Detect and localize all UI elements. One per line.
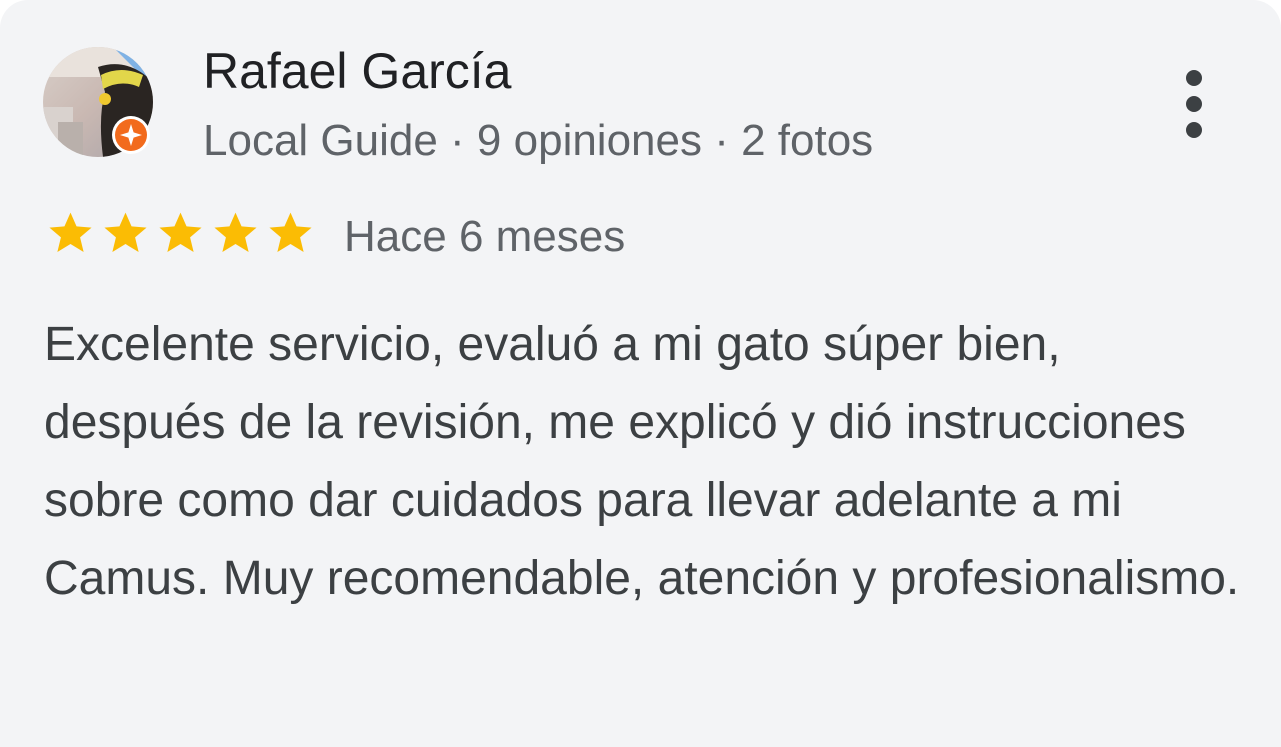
author-name[interactable]: Rafael García bbox=[203, 42, 511, 100]
local-guide-star-badge bbox=[111, 115, 151, 155]
avatar[interactable] bbox=[43, 47, 153, 157]
review-text: Excelente servicio, evaluó a mi gato súp… bbox=[44, 318, 1240, 605]
star-icon bbox=[49, 212, 92, 252]
star-icon bbox=[269, 212, 312, 252]
star-icon bbox=[214, 212, 257, 252]
star-rating bbox=[43, 208, 318, 258]
author-meta: Local Guide · 9 opiniones · 2 fotos bbox=[203, 116, 874, 165]
star-icon bbox=[159, 212, 202, 252]
review-date: Hace 6 meses bbox=[344, 212, 626, 261]
star-icon bbox=[104, 212, 147, 252]
more-vertical-icon[interactable] bbox=[1174, 66, 1214, 142]
review-card: Rafael García Local Guide · 9 opiniones … bbox=[0, 0, 1281, 747]
